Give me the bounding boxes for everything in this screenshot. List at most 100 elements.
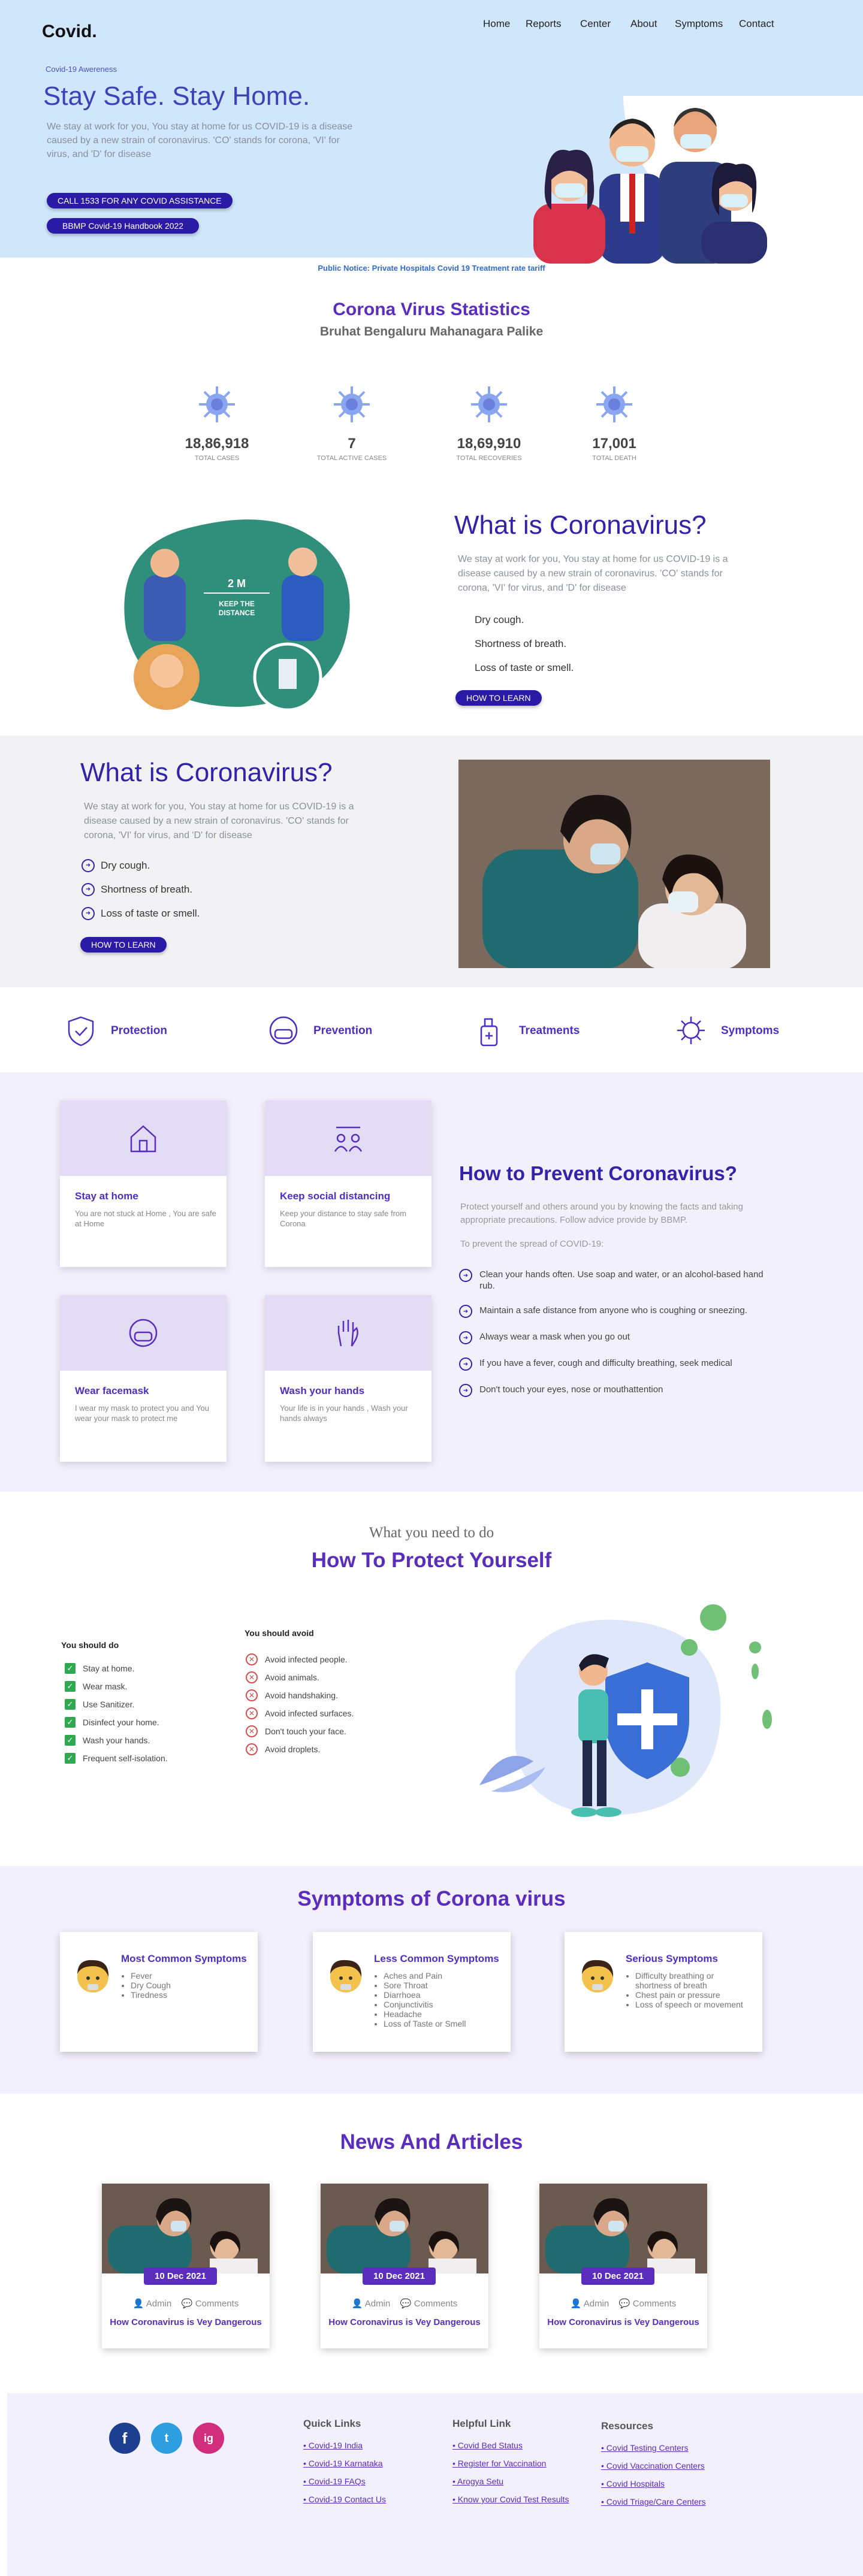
feature-protection[interactable]: Protection: [65, 1014, 167, 1047]
what-is-description-2: We stay at work for you, You stay at hom…: [84, 802, 354, 840]
footer-link[interactable]: • Covid Vaccination Centers: [601, 2461, 706, 2471]
prevent-card-stay-home[interactable]: Stay at home You are not stuck at Home ,…: [60, 1100, 227, 1267]
hero-title: Stay Safe. Stay Home.: [43, 81, 310, 111]
list-item: ➜ If you have a fever, cough and difficul…: [459, 1357, 771, 1371]
how-to-learn-button[interactable]: HOW TO LEARN: [455, 690, 542, 706]
nav-about[interactable]: About: [630, 18, 657, 30]
card-desc: You are not stuck at Home , You are safe…: [75, 1209, 216, 1228]
prevent-card-wash-hands[interactable]: Wash your hands Your life is in your han…: [265, 1295, 432, 1462]
footer-link[interactable]: • Covid-19 Contact Us: [303, 2495, 386, 2504]
facebook-icon[interactable]: f: [109, 2423, 140, 2454]
nav-home[interactable]: Home: [483, 18, 510, 30]
news-headline[interactable]: How Coronavirus is Vey Dangerous: [539, 2317, 707, 2327]
symptom-item: Loss of Taste or Smell: [384, 2019, 499, 2028]
comment-icon: 💬: [400, 2299, 412, 2309]
prevent-description: Protect yourself and others around you b…: [460, 1202, 743, 1225]
card-title: Wear facemask: [75, 1385, 149, 1396]
prevent-subtitle: To prevent the spread of COVID-19:: [460, 1239, 604, 1249]
prevent-list: ➜ Clean your hands often. Use soap and wa…: [459, 1269, 771, 1410]
symptom-item: Diarrhoea: [384, 1990, 499, 2000]
avoid-item-text: Don't touch your face.: [265, 1727, 346, 1736]
stat-deaths: 17,001 Total death: [554, 383, 674, 462]
x-circle-icon: ✕: [246, 1689, 258, 1701]
news-date-badge: 10 Dec 2021: [363, 2267, 436, 2285]
footer-link[interactable]: • Register for Vaccination: [452, 2459, 569, 2468]
list-item: Dry cough.: [475, 614, 524, 625]
symptom-item: Aches and Pain: [384, 1971, 499, 1981]
stat-value: 7: [348, 436, 356, 452]
what-is-description: We stay at work for you, You stay at hom…: [458, 554, 728, 593]
list-item: ➜ Dry cough.: [82, 854, 200, 878]
checkbox-icon: ✓: [65, 1699, 76, 1710]
list-item: ➜ Don't touch your eyes, nose or mouthatt…: [459, 1384, 771, 1397]
covid-assistance-button[interactable]: CALL 1533 FOR ANY COVID ASSISTANCE: [47, 193, 233, 208]
list-item: ➜ Always wear a mask when you go out: [459, 1331, 771, 1344]
card-title: Wash your hands: [280, 1385, 365, 1396]
card-header: [60, 1100, 227, 1176]
do-item-text: Wash your hands.: [83, 1736, 150, 1745]
news-headline[interactable]: How Coronavirus is Vey Dangerous: [321, 2317, 488, 2327]
news-thumbnail-image: [102, 2184, 270, 2273]
sick-person-icon: [77, 1960, 109, 1993]
list-item-text: Shortness of breath.: [101, 884, 193, 895]
symptom-card-serious: Serious Symptoms Difficulty breathing or…: [565, 1932, 762, 2052]
hand-icon: [337, 1320, 358, 1347]
instagram-icon[interactable]: ig: [193, 2423, 224, 2454]
avoid-item-text: Avoid handshaking.: [265, 1691, 338, 1700]
news-author: Admin: [146, 2299, 172, 2309]
avoid-item: ✕ Avoid animals.: [246, 1668, 354, 1686]
symptom-card-title: Less Common Symptoms: [374, 1953, 499, 1964]
feature-prevention[interactable]: Prevention: [267, 1014, 372, 1047]
symptom-item: Loss of speech or movement: [635, 2000, 746, 2009]
footer-link[interactable]: • Covid-19 India: [303, 2441, 386, 2450]
footer-link[interactable]: • Covid-19 Karnataka: [303, 2459, 386, 2468]
stats-subtitle: Bruhat Bengaluru Mahanagara Palike: [319, 325, 544, 338]
twitter-icon[interactable]: t: [151, 2423, 182, 2454]
footer-link[interactable]: • Covid Triage/Care Centers: [601, 2497, 706, 2507]
nav-reports[interactable]: Reports: [526, 18, 562, 30]
how-to-learn-button-2[interactable]: HOW TO LEARN: [80, 937, 167, 953]
shield-protection-illustration: [479, 1604, 772, 1817]
list-item: Shortness of breath.: [475, 638, 567, 649]
distance-label: 2 M: [228, 578, 246, 589]
footer-link[interactable]: • Covid Bed Status: [452, 2441, 569, 2450]
sick-person-icon: [330, 1960, 362, 1993]
feature-label: Treatments: [519, 1024, 580, 1037]
nav-center[interactable]: Center: [580, 18, 611, 30]
handbook-button[interactable]: BBMP Covid-19 Handbook 2022: [47, 218, 200, 234]
footer-link[interactable]: • Arogya Setu: [452, 2477, 569, 2486]
news-comments: Comments: [414, 2299, 458, 2309]
news-card[interactable]: 10 Dec 2021 👤 Admin 💬 Comments How Coron…: [102, 2184, 270, 2348]
virus-icon: [596, 386, 632, 422]
stat-value: 17,001: [592, 436, 636, 452]
prevent-card-distancing[interactable]: Keep social distancing Keep your distanc…: [265, 1100, 432, 1267]
footer-col-title: Resources: [601, 2420, 653, 2432]
symptom-item: Fever: [131, 1971, 247, 1981]
x-circle-icon: ✕: [246, 1743, 258, 1755]
footer-link[interactable]: • Covid Testing Centers: [601, 2443, 706, 2453]
public-notice-link[interactable]: Public Notice: Private Hospitals Covid 1…: [0, 264, 863, 273]
footer-link[interactable]: • Covid-19 FAQs: [303, 2477, 386, 2486]
brand-logo[interactable]: Covid.: [42, 22, 97, 42]
nav-contact[interactable]: Contact: [739, 18, 774, 30]
card-header: [265, 1295, 432, 1371]
checkbox-icon: ✓: [65, 1663, 76, 1674]
footer-col-title: Helpful Link: [452, 2418, 511, 2429]
stat-label: Total Recoveries: [456, 455, 522, 462]
card-title: Stay at home: [75, 1190, 138, 1202]
nav-symptoms[interactable]: Symptoms: [675, 18, 723, 30]
news-card[interactable]: 10 Dec 2021 👤 Admin 💬 Comments How Coron…: [321, 2184, 488, 2348]
footer-link[interactable]: • Know your Covid Test Results: [452, 2495, 569, 2504]
prevent-card-facemask[interactable]: Wear facemask I wear my mask to protect …: [60, 1295, 227, 1462]
news-headline[interactable]: How Coronavirus is Vey Dangerous: [102, 2317, 270, 2327]
symptom-card-common: Most Common Symptoms Fever Dry Cough Tir…: [60, 1932, 258, 2052]
news-card[interactable]: 10 Dec 2021 👤 Admin 💬 Comments How Coron…: [539, 2184, 707, 2348]
feature-symptoms[interactable]: Symptoms: [675, 1014, 779, 1047]
feature-treatments[interactable]: Treatments: [473, 1014, 580, 1047]
checkbox-icon: ✓: [65, 1735, 76, 1746]
list-item: ➜ Shortness of breath.: [82, 878, 200, 902]
symptom-list-2: ➜ Dry cough. ➜ Shortness of breath. ➜ Loss …: [82, 854, 200, 926]
symptom-card-title: Most Common Symptoms: [121, 1953, 247, 1964]
symptom-list: Difficulty breathing or shortness of bre…: [635, 1971, 746, 2009]
footer-link[interactable]: • Covid Hospitals: [601, 2479, 706, 2489]
